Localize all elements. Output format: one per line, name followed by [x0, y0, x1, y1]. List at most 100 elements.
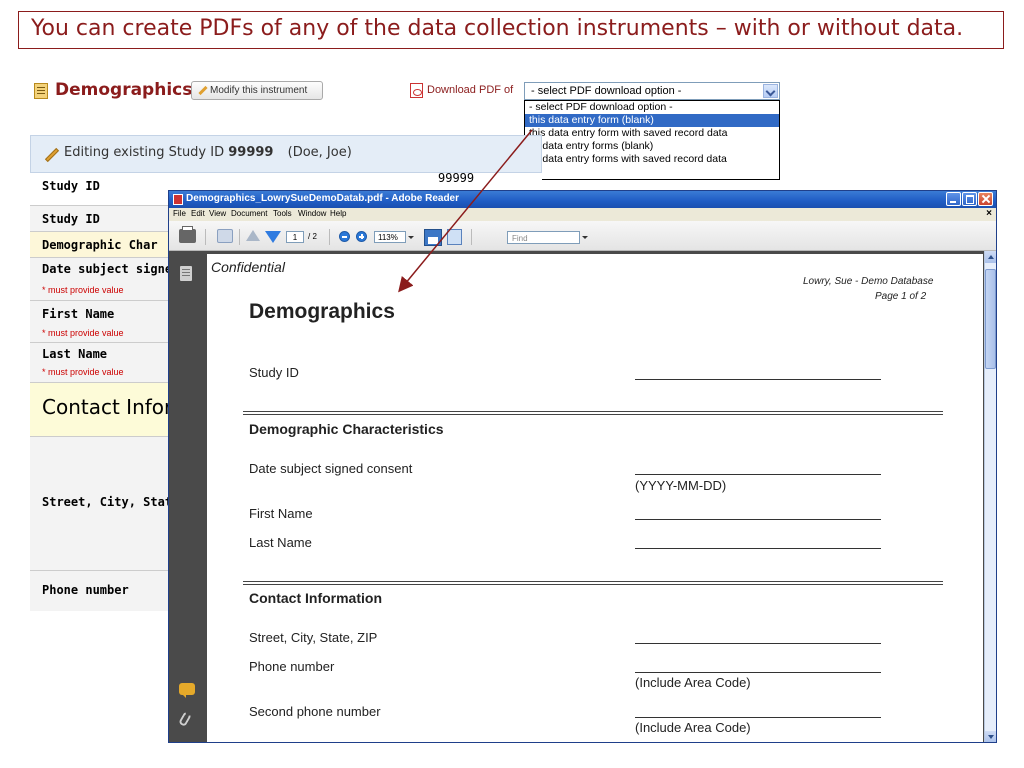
modify-button-label: Modify this instrument [210, 85, 308, 96]
pdf-field-label: Date subject signed consent [249, 461, 413, 476]
page-count: / 2 [308, 232, 317, 241]
dropdown-option[interactable]: this data entry form with saved record d… [525, 127, 779, 140]
pdf-field-label: Street, City, State, ZIP [249, 630, 378, 645]
window-title: Demographics_LowrySueDemoDatab.pdf - Ado… [186, 193, 460, 204]
pdf-section-title: Contact Information [249, 590, 382, 606]
zoom-level-select[interactable]: 113% [374, 231, 406, 243]
pdf-confidential-label: Confidential [211, 259, 285, 275]
section-label: Demographic Char [42, 238, 158, 252]
download-pdf-label: Download PDF of [427, 84, 514, 96]
toolbar-separator [205, 229, 206, 245]
next-page-icon[interactable] [265, 231, 281, 243]
field-label: Phone number [42, 583, 129, 597]
edit-status-text: Editing existing Study ID 99999 (Doe, Jo… [64, 145, 352, 160]
pdf-icon [410, 83, 423, 98]
page-number-input[interactable]: 1 [286, 231, 304, 243]
pages-icon[interactable] [180, 266, 192, 281]
pdf-answer-line [635, 672, 881, 673]
banner-text: You can create PDFs of any of the data c… [31, 16, 964, 41]
form-icon [34, 83, 48, 99]
field-label: Date subject signe [42, 262, 173, 276]
edit-prefix: Editing existing Study ID [64, 145, 225, 160]
field-label: First Name [42, 307, 115, 321]
pdf-field-label: Second phone number [249, 704, 381, 719]
field-label: Street, City, State, [42, 495, 187, 509]
menu-window[interactable]: Window [298, 209, 326, 218]
pdf-field-label: Phone number [249, 659, 335, 674]
dropdown-option[interactable]: all data entry forms (blank) [525, 140, 779, 153]
section-label: Contact Infor [42, 395, 173, 419]
reader-toolbar: 1 / 2 113% Find [169, 221, 996, 251]
dropdown-option[interactable]: this data entry form (blank) [525, 114, 779, 127]
menu-tools[interactable]: Tools [273, 209, 292, 218]
pdf-download-options: - select PDF download option - this data… [524, 100, 780, 180]
pdf-answer-line [635, 474, 881, 475]
menu-document[interactable]: Document [231, 209, 267, 218]
toolbar-separator [239, 229, 240, 245]
pdf-field-hint: (Include Area Code) [635, 720, 751, 735]
select-value: - select PDF download option - [531, 85, 682, 97]
find-input[interactable]: Find [507, 231, 580, 244]
zoom-out-icon[interactable] [339, 231, 350, 242]
pdf-section-title: Demographic Characteristics [249, 421, 444, 437]
comments-icon[interactable] [179, 683, 195, 698]
pdf-answer-line [635, 519, 881, 520]
window-titlebar[interactable]: Demographics_LowrySueDemoDatab.pdf - Ado… [169, 191, 996, 208]
pdf-field-hint: (Include Area Code) [635, 675, 751, 690]
close-button[interactable] [978, 192, 993, 206]
adobe-reader-icon [173, 194, 183, 205]
menu-help[interactable]: Help [330, 209, 346, 218]
vertical-scrollbar[interactable] [984, 251, 996, 742]
zoom-in-icon[interactable] [356, 231, 367, 242]
pdf-header-database: Lowry, Sue - Demo Database [803, 276, 934, 287]
toolbar-separator [471, 229, 472, 245]
field-label: Last Name [42, 347, 108, 361]
modify-instrument-button[interactable]: Modify this instrument [191, 81, 323, 100]
dropdown-option[interactable]: all data entry forms with saved record d… [525, 153, 779, 166]
pdf-answer-line [635, 548, 881, 549]
pdf-section-divider [243, 581, 943, 585]
fit-page-icon[interactable] [447, 229, 462, 245]
chevron-down-icon[interactable] [581, 231, 589, 243]
edit-study-id: 99999 [228, 145, 274, 160]
pdf-answer-line [635, 717, 881, 718]
pdf-field-label: Study ID [249, 365, 299, 380]
previous-page-icon[interactable] [246, 230, 260, 241]
toolbar-separator [329, 229, 330, 245]
scroll-down-icon[interactable] [985, 731, 996, 742]
required-note: * must provide value [42, 367, 124, 377]
pdf-field-label: First Name [249, 506, 313, 521]
menu-view[interactable]: View [209, 209, 226, 218]
minimize-button[interactable] [946, 192, 961, 206]
field-value: 99999 [438, 171, 475, 185]
pdf-page: Confidential Lowry, Sue - Demo Database … [207, 254, 983, 742]
instrument-title: Demographics [55, 80, 193, 100]
required-note: * must provide value [42, 285, 124, 295]
pdf-header-page: Page 1 of 2 [875, 291, 927, 302]
scroll-thumb[interactable] [985, 269, 996, 369]
maximize-button[interactable] [962, 192, 977, 206]
menu-file[interactable]: File [173, 209, 186, 218]
pdf-field-hint: (YYYY-MM-DD) [635, 478, 727, 493]
instruction-banner: You can create PDFs of any of the data c… [18, 11, 1004, 49]
adobe-reader-window: Demographics_LowrySueDemoDatab.pdf - Ado… [168, 190, 997, 743]
edit-record-name: (Doe, Joe) [287, 145, 352, 160]
pencil-icon [198, 86, 207, 95]
close-document-icon[interactable]: × [986, 208, 992, 219]
pdf-answer-line [635, 643, 881, 644]
pdf-title: Demographics [249, 300, 395, 323]
scroll-up-icon[interactable] [985, 251, 996, 263]
print-icon[interactable] [179, 226, 196, 243]
pencil-icon [44, 148, 60, 162]
menu-bar: File Edit View Document Tools Window Hel… [169, 208, 996, 221]
email-icon[interactable] [217, 229, 233, 243]
save-icon[interactable] [424, 229, 442, 246]
menu-edit[interactable]: Edit [191, 209, 205, 218]
field-label: Study ID [42, 179, 100, 193]
chevron-down-icon[interactable] [763, 84, 778, 98]
pdf-download-select[interactable]: - select PDF download option - [524, 82, 780, 100]
pdf-answer-line [635, 379, 881, 380]
chevron-down-icon[interactable] [407, 231, 415, 243]
dropdown-option[interactable]: - select PDF download option - [525, 101, 779, 114]
required-note: * must provide value [42, 328, 124, 338]
